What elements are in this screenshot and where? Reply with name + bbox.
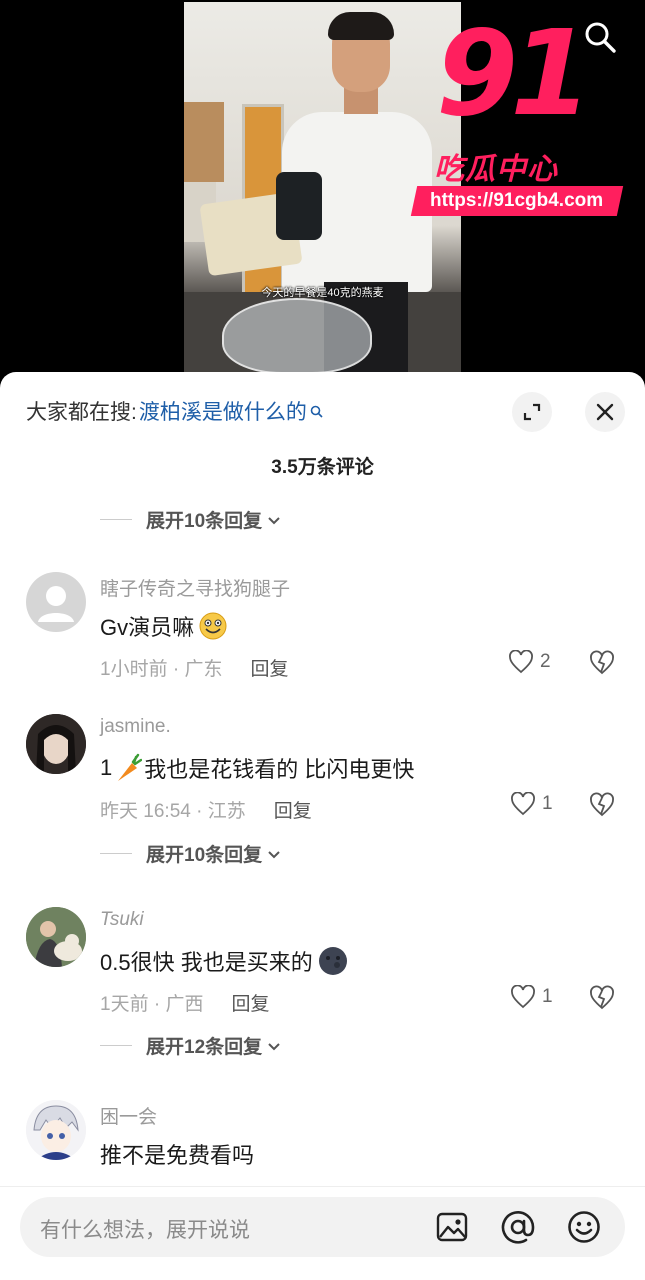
comment-text: 推不是免费看吗	[100, 1138, 254, 1170]
like-count: 1	[542, 793, 553, 814]
heart-icon	[511, 792, 535, 816]
reply-button[interactable]: 回复	[250, 654, 288, 681]
image-icon[interactable]	[434, 1209, 470, 1245]
avatar[interactable]	[26, 1100, 86, 1160]
user-avatar-image	[26, 907, 86, 967]
broken-heart-icon[interactable]	[588, 985, 616, 1011]
user-avatar-image	[26, 1100, 86, 1160]
expand-replies-button[interactable]: 展开12条回复	[100, 1032, 282, 1059]
like-button[interactable]: 2	[508, 650, 551, 674]
comment-text-prefix: 1	[100, 755, 113, 780]
close-button[interactable]	[585, 392, 625, 432]
comment-text-content: Gv演员嘛	[100, 615, 195, 640]
comment-meta: 昨天 16:54 · 江苏 回复	[100, 796, 312, 823]
search-icon	[310, 405, 323, 418]
comment-sheet: 大家都在搜: 渡柏溪是做什么的 3.5万条评论 展开10条回复 瞎子传奇之寻找狗…	[0, 372, 645, 1280]
chevron-down-icon	[268, 1042, 280, 1050]
expand-replies-label: 展开10条回复	[146, 511, 263, 532]
comment-text: 1 我也是花钱看的 比闪电更快	[100, 752, 414, 784]
comment-input[interactable]: 有什么想法，展开说说	[20, 1197, 625, 1257]
dark-face-emoji-icon	[318, 947, 347, 975]
video-player[interactable]: 今天的早餐是40克的燕麦 91 吃瓜中心 https://91cgb4.com	[0, 0, 645, 400]
watermark-number: 91	[436, 4, 592, 142]
like-button[interactable]: 1	[510, 792, 553, 816]
comment-username[interactable]: jasmine.	[100, 716, 171, 738]
reply-button[interactable]: 回复	[231, 989, 269, 1016]
hot-search-link[interactable]: 渡柏溪是做什么的	[139, 396, 307, 426]
comment-text-content: 推不是免费看吗	[100, 1143, 255, 1168]
user-avatar-image	[26, 714, 86, 774]
divider	[100, 1045, 132, 1046]
comment-username[interactable]: 瞎子传奇之寻找狗腿子	[100, 574, 290, 601]
like-count: 2	[540, 651, 551, 672]
comment-text: 0.5很快 我也是买来的	[100, 945, 349, 977]
broken-heart-icon[interactable]	[588, 650, 616, 676]
video-person-hair	[328, 12, 394, 40]
comment-text-content: 0.5很快 我也是买来的	[100, 950, 313, 975]
video-bowl	[222, 298, 372, 374]
expand-icon	[523, 403, 541, 421]
reply-button[interactable]: 回复	[274, 796, 312, 823]
carrot-emoji-icon	[118, 753, 143, 781]
expand-replies-button[interactable]: 展开10条回复	[100, 840, 282, 867]
watermark-text: 吃瓜中心	[434, 153, 558, 186]
close-icon	[596, 403, 614, 421]
comment-input-placeholder: 有什么想法，展开说说	[40, 1219, 250, 1242]
expand-replies-label: 展开10条回复	[146, 845, 263, 866]
emoji-icon[interactable]	[566, 1209, 602, 1245]
divider	[100, 519, 132, 520]
comment-input-bar: 有什么想法，展开说说	[0, 1186, 645, 1280]
comment-time-location: 1天前 · 广西	[100, 994, 204, 1015]
heart-icon	[509, 650, 533, 674]
comment-time-location: 昨天 16:54 · 江苏	[100, 801, 246, 822]
avatar[interactable]	[26, 907, 86, 967]
comment-username[interactable]: Tsuki	[100, 909, 144, 931]
broken-heart-icon[interactable]	[588, 792, 616, 818]
comment-meta: 1小时前 · 广东 回复	[100, 654, 288, 681]
expand-sheet-button[interactable]	[512, 392, 552, 432]
video-subtitle: 今天的早餐是40克的燕麦	[261, 287, 384, 299]
expand-replies-label: 展开12条回复	[146, 1037, 263, 1058]
video-jar	[276, 172, 322, 240]
hot-search-prefix: 大家都在搜:	[26, 401, 137, 424]
chevron-down-icon	[268, 850, 280, 858]
chevron-down-icon	[268, 516, 280, 524]
smile-emoji-icon	[199, 612, 227, 640]
default-avatar-icon	[38, 586, 74, 622]
hot-search[interactable]: 大家都在搜: 渡柏溪是做什么的	[26, 396, 323, 426]
video-shelf	[184, 102, 224, 182]
heart-icon	[511, 985, 535, 1009]
divider	[100, 853, 132, 854]
avatar[interactable]	[26, 714, 86, 774]
like-button[interactable]: 1	[510, 985, 553, 1009]
like-count: 1	[542, 986, 553, 1007]
comment-meta: 1天前 · 广西 回复	[100, 989, 269, 1016]
comment-count: 3.5万条评论	[271, 457, 374, 478]
at-icon[interactable]	[500, 1209, 536, 1245]
avatar[interactable]	[26, 572, 86, 632]
search-icon[interactable]	[583, 20, 619, 56]
comment-time-location: 1小时前 · 广东	[100, 659, 223, 680]
comment-text-content: 我也是花钱看的 比闪电更快	[144, 757, 415, 782]
watermark-url: https://91cgb4.com	[410, 186, 624, 216]
comment-username[interactable]: 困一会	[100, 1102, 157, 1129]
comment-text: Gv演员嘛	[100, 610, 228, 642]
expand-replies-button[interactable]: 展开10条回复	[100, 506, 282, 533]
